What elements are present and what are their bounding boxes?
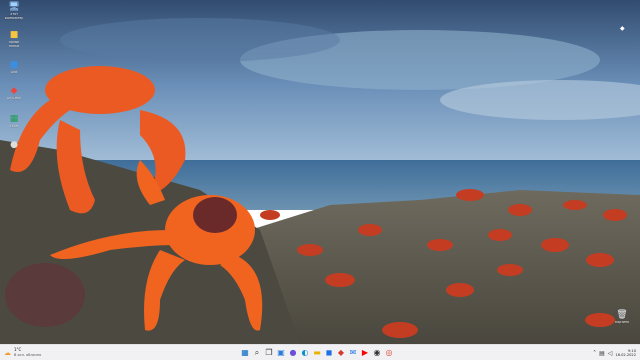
store-button[interactable]: ◼ (324, 347, 334, 359)
weather-desc: В осн. облачно (14, 352, 42, 357)
explorer-button[interactable]: ▬ (312, 347, 322, 359)
explorer-icon: ▬ (313, 348, 321, 357)
mail-icon: ✉ (349, 348, 357, 357)
network-icon[interactable]: ▤ (599, 350, 605, 357)
widgets-button[interactable]: ▣ (276, 347, 286, 359)
weather-icon: ☁ (4, 348, 11, 357)
edge-icon: ◐ (301, 348, 309, 357)
app-icon: ● (10, 140, 18, 150)
youtube-button[interactable]: ▶ (360, 347, 370, 359)
photos-icon: ◆ (337, 348, 345, 357)
pc-icon: 🖥 (8, 2, 20, 12)
chevron-up-icon[interactable]: ˄ (593, 350, 596, 357)
desktop-icon-this-pc[interactable]: 🖥 Этот компьютер (0, 2, 28, 20)
weather-widget[interactable]: ☁ 1°C В осн. облачно (0, 345, 124, 360)
excel-icon: ▦ (9, 114, 19, 124)
task-view-icon: ❐ (265, 348, 273, 357)
chat-icon: ● (289, 348, 297, 357)
system-tray: ˄ ▤ ◁ 9:10 16.02.2022 (593, 345, 636, 360)
youtube-icon: ▶ (361, 348, 369, 357)
wallpaper-crabs (0, 0, 640, 344)
taskbar: ☁ 1°C В осн. облачно ▦ ⌕ ❐ ▣ ● ◐ ▬ ◼ ◆ ✉ ▶ ◉ ◎ ˄ ▤ ◁… (0, 344, 640, 360)
desktop-icon-recycle-bin[interactable]: 🗑 Корзина (608, 310, 636, 325)
app-icon: ■ (9, 60, 19, 70)
photos-button[interactable]: ◆ (336, 347, 346, 359)
clock[interactable]: 9:10 16.02.2022 (615, 349, 636, 357)
start-icon: ▦ (241, 348, 249, 357)
task-view-button[interactable]: ❐ (264, 347, 274, 359)
volume-icon[interactable]: ◁ (608, 350, 613, 357)
start-button[interactable]: ▦ (240, 347, 250, 359)
desktop-icon-excel[interactable]: ▦ Excel (0, 114, 28, 129)
desktop-icon-app[interactable]: ● (0, 140, 28, 151)
recycle-bin-icon: 🗑 (616, 310, 628, 320)
clock-date: 16.02.2022 (615, 353, 636, 357)
search-button[interactable]: ⌕ (252, 347, 262, 359)
desktop-icon-alta[interactable]: ■ Alta (0, 60, 28, 75)
chrome-icon: ◎ (385, 348, 393, 357)
taskbar-apps: ▦ ⌕ ❐ ▣ ● ◐ ▬ ◼ ◆ ✉ ▶ ◉ ◎ (240, 345, 394, 360)
app-button[interactable]: ◉ (372, 347, 382, 359)
notification-icon[interactable]: ◆ (620, 26, 626, 32)
app-icon: ◉ (373, 348, 381, 357)
widgets-icon: ▣ (277, 348, 285, 357)
chrome-button[interactable]: ◎ (384, 347, 394, 359)
search-icon: ⌕ (254, 348, 260, 357)
folder-icon: ■ (9, 30, 19, 40)
edge-button[interactable]: ◐ (300, 347, 310, 359)
desktop-icon-anydesk[interactable]: ◆ AnyDesk (0, 86, 28, 101)
desktop-icon-folder[interactable]: ■ Ярлык папки (0, 30, 28, 48)
anydesk-icon: ◆ (10, 86, 18, 96)
desktop: 🖥 Этот компьютер ■ Ярлык папки ■ Alta ◆ … (0, 0, 640, 360)
store-icon: ◼ (325, 348, 333, 357)
chat-button[interactable]: ● (288, 347, 298, 359)
mail-button[interactable]: ✉ (348, 347, 358, 359)
